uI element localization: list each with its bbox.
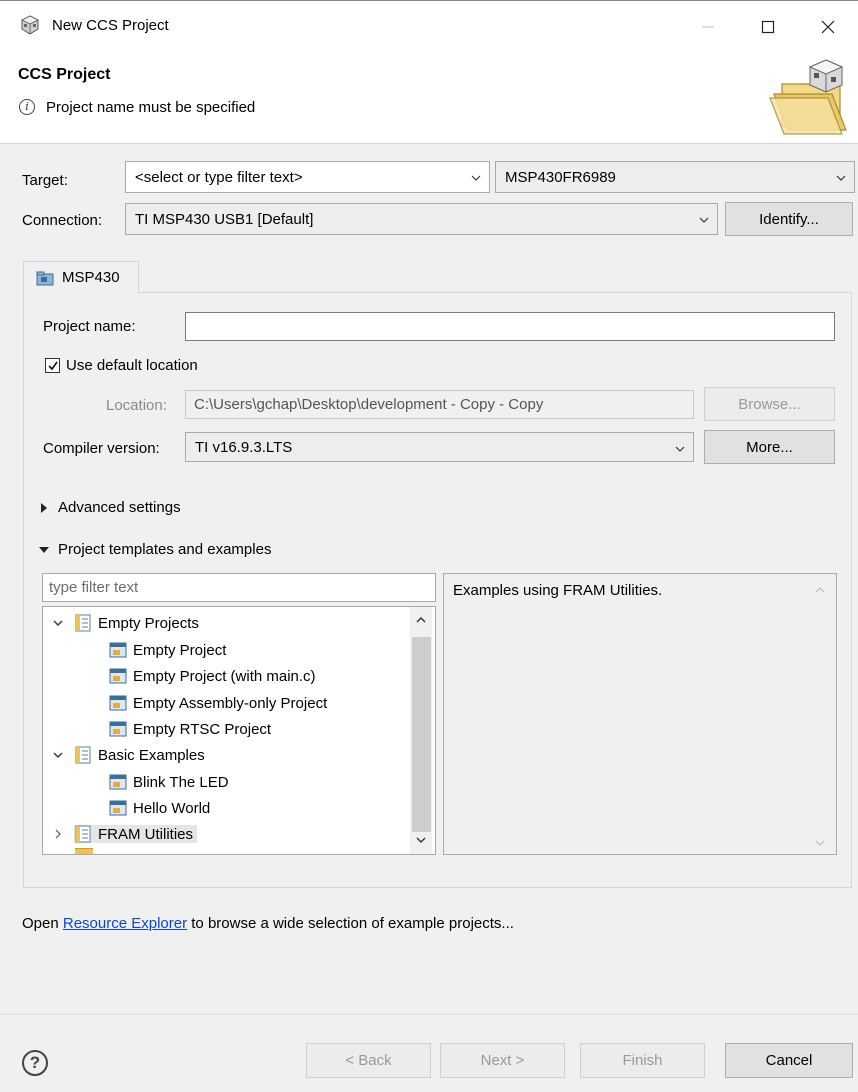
close-button[interactable] xyxy=(806,8,850,46)
chevron-down-icon xyxy=(51,616,65,630)
target-label: Target: xyxy=(22,172,68,189)
tree-item-label: Empty Assembly-only Project xyxy=(133,694,328,712)
scroll-down-icon[interactable] xyxy=(414,834,428,846)
project-template-icon xyxy=(109,668,127,684)
tree-item-label: Empty Project xyxy=(133,641,227,659)
device-folder-icon xyxy=(36,271,54,285)
chevron-down-icon xyxy=(699,217,709,223)
checkmark-icon xyxy=(47,361,58,370)
advanced-settings-label: Advanced settings xyxy=(58,499,181,516)
tree-item-empty-projects[interactable]: Empty Projects xyxy=(51,611,199,635)
help-icon[interactable]: ? xyxy=(22,1050,48,1076)
connection-label: Connection: xyxy=(22,212,103,229)
location-input[interactable]: C:\Users\gchap\Desktop\development - Cop… xyxy=(185,390,694,419)
tree-item-label: Hello World xyxy=(133,799,211,817)
tab-msp430-label: MSP430 xyxy=(62,269,120,286)
tree-item-label: Basic Examples xyxy=(98,746,205,764)
maximize-button[interactable] xyxy=(746,8,790,46)
resource-prefix: Open xyxy=(22,915,63,932)
template-tree[interactable]: Empty Projects Empty Project Empty Proje… xyxy=(42,606,436,855)
target-filter-value: <select or type filter text> xyxy=(135,168,303,186)
chevron-right-icon xyxy=(51,827,65,841)
collapsed-triangle-icon xyxy=(41,502,47,513)
templates-section-toggle[interactable]: Project templates and examples xyxy=(39,541,271,558)
use-default-location-checkbox[interactable] xyxy=(45,358,60,373)
project-template-icon xyxy=(109,642,127,658)
templates-section-label: Project templates and examples xyxy=(58,541,272,558)
tree-item-label: Empty Project (with main.c) xyxy=(133,667,316,685)
tree-scrollbar-thumb[interactable] xyxy=(412,637,431,832)
next-button[interactable]: Next > xyxy=(440,1043,565,1078)
tree-item-empty-rtsc[interactable]: Empty RTSC Project xyxy=(109,717,271,741)
resource-explorer-link[interactable]: Resource Explorer xyxy=(63,915,187,932)
identify-button[interactable]: Identify... xyxy=(725,202,853,236)
compiler-version-combo[interactable]: TI v16.9.3.LTS xyxy=(185,432,694,462)
close-icon xyxy=(821,20,835,34)
scroll-down-icon xyxy=(815,840,825,846)
status-message: Project name must be specified xyxy=(46,99,256,116)
chevron-down-icon xyxy=(675,446,685,452)
resource-suffix: to browse a wide selection of example pr… xyxy=(187,915,514,932)
chevron-down-icon xyxy=(836,175,846,181)
folder-cube-banner-icon xyxy=(769,59,847,135)
tree-item-label: FRAM Utilities xyxy=(98,825,194,843)
minimize-button[interactable] xyxy=(686,8,730,46)
scroll-up-icon xyxy=(815,587,825,593)
back-button[interactable]: < Back xyxy=(306,1043,431,1078)
location-label: Location: xyxy=(106,397,167,414)
window-title: New CCS Project xyxy=(52,17,169,34)
selected-highlight: FRAM Utilities xyxy=(74,825,198,843)
chevron-down-icon xyxy=(51,748,65,762)
scroll-up-icon[interactable] xyxy=(414,614,428,626)
expanded-triangle-icon xyxy=(39,546,49,553)
connection-combo[interactable]: TI MSP430 USB1 [Default] xyxy=(125,203,718,235)
footer-separator xyxy=(0,1014,858,1015)
partial-folder-icon xyxy=(75,848,93,854)
project-template-icon xyxy=(109,774,127,790)
template-filter-input[interactable]: type filter text xyxy=(42,573,436,602)
chevron-down-icon xyxy=(471,175,481,181)
tree-item-label: Blink The LED xyxy=(133,773,229,791)
tree-item-hello-world[interactable]: Hello World xyxy=(109,796,210,820)
target-filter-combo[interactable]: <select or type filter text> xyxy=(125,161,490,193)
resource-explorer-text: Open Resource Explorer to browse a wide … xyxy=(22,915,514,932)
project-template-icon xyxy=(109,800,127,816)
target-device-value: MSP430FR6989 xyxy=(505,168,616,186)
tree-item-empty-project-main[interactable]: Empty Project (with main.c) xyxy=(109,664,316,688)
tree-item-empty-assembly[interactable]: Empty Assembly-only Project xyxy=(109,691,327,715)
minimize-icon xyxy=(702,26,714,28)
tree-item-fram-utilities[interactable]: FRAM Utilities xyxy=(51,822,198,846)
connection-value: TI MSP430 USB1 [Default] xyxy=(135,210,314,228)
project-name-input[interactable] xyxy=(185,312,835,341)
maximize-icon xyxy=(761,20,775,34)
compiler-version-label: Compiler version: xyxy=(43,440,160,457)
template-description: Examples using FRAM Utilities. xyxy=(453,582,663,599)
use-default-location-label: Use default location xyxy=(66,357,198,374)
template-folder-icon xyxy=(75,614,91,632)
tab-msp430[interactable]: MSP430 xyxy=(23,261,139,293)
tree-item-blink-led[interactable]: Blink The LED xyxy=(109,770,229,794)
more-button[interactable]: More... xyxy=(704,430,835,464)
cancel-button[interactable]: Cancel xyxy=(725,1043,853,1078)
project-template-icon xyxy=(109,695,127,711)
project-template-icon xyxy=(109,721,127,737)
advanced-settings-toggle[interactable]: Advanced settings xyxy=(41,499,181,516)
compiler-version-value: TI v16.9.3.LTS xyxy=(195,438,293,456)
tree-item-basic-examples[interactable]: Basic Examples xyxy=(51,743,205,767)
project-name-label: Project name: xyxy=(43,318,136,335)
finish-button[interactable]: Finish xyxy=(580,1043,705,1078)
tree-item-label: Empty Projects xyxy=(98,614,199,632)
target-device-combo[interactable]: MSP430FR6989 xyxy=(495,161,855,193)
page-title: CCS Project xyxy=(18,66,111,83)
template-folder-icon xyxy=(75,746,91,764)
browse-button[interactable]: Browse... xyxy=(704,387,835,421)
template-description-panel xyxy=(443,573,837,855)
ccs-app-icon xyxy=(21,15,39,35)
tree-item-empty-project[interactable]: Empty Project xyxy=(109,638,226,662)
tree-item-label: Empty RTSC Project xyxy=(133,720,272,738)
info-icon: i xyxy=(19,99,35,115)
template-folder-icon xyxy=(75,825,91,843)
